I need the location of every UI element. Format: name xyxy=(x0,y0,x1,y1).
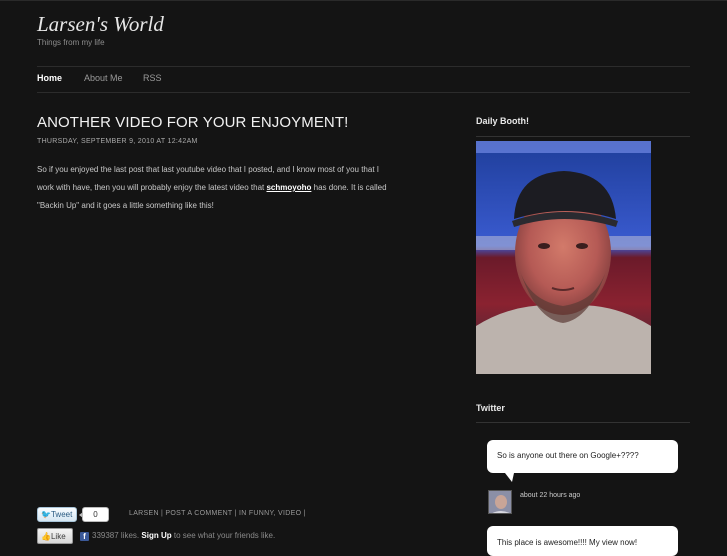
tweet-button[interactable]: 🐦Tweet xyxy=(37,507,77,522)
nav-divider xyxy=(37,92,690,93)
tweet-timestamp[interactable]: about 22 hours ago xyxy=(520,492,580,499)
daily-booth-title: Daily Booth! xyxy=(476,116,529,126)
facebook-like-button[interactable]: 👍Like xyxy=(37,528,73,544)
daily-booth-divider xyxy=(476,136,690,137)
twitter-title: Twitter xyxy=(476,403,505,413)
tweet-bubble[interactable]: This place is awesome!!!! My view now! xyxy=(487,526,678,556)
likes-count: 339387 likes. xyxy=(92,531,140,540)
tweet-button-label: Tweet xyxy=(50,510,73,519)
post-body-text: has done. It is called xyxy=(313,183,387,192)
header-divider xyxy=(37,66,690,67)
site-tagline: Things from my life xyxy=(37,38,105,47)
schmoyoho-link[interactable]: schmoyoho xyxy=(266,183,311,192)
thumbs-up-icon: 👍 xyxy=(41,532,51,541)
post-body-line: So if you enjoyed the last post that las… xyxy=(37,165,379,174)
twitter-divider xyxy=(476,422,690,423)
post-categories-link[interactable]: FUNNY, VIDEO xyxy=(249,510,301,517)
post-category-label: IN xyxy=(239,510,247,517)
nav-rss[interactable]: RSS xyxy=(143,73,162,83)
nav-about-me[interactable]: About Me xyxy=(84,73,123,83)
booth-photo-image xyxy=(476,141,651,374)
facebook-signup-link[interactable]: Sign Up xyxy=(141,531,171,540)
post-title[interactable]: ANOTHER VIDEO FOR YOUR ENJOYMENT! xyxy=(37,114,348,131)
post-body: So if you enjoyed the last post that las… xyxy=(37,161,447,215)
post-date: THURSDAY, SEPTEMBER 9, 2010 AT 12:42AM xyxy=(37,138,198,145)
post-author-link[interactable]: LARSEN xyxy=(129,510,159,517)
like-button-label: Like xyxy=(50,532,66,541)
avatar[interactable] xyxy=(488,490,512,514)
post-body-line: work with have, then you will probably e… xyxy=(37,179,447,197)
daily-booth-photo[interactable] xyxy=(476,141,651,374)
post-body-text: work with have, then you will probably e… xyxy=(37,183,265,192)
facebook-icon: f xyxy=(80,532,89,541)
nav-home[interactable]: Home xyxy=(37,73,62,83)
signup-suffix: to see what your friends like. xyxy=(173,531,276,540)
post-meta: LARSEN | POST A COMMENT | IN FUNNY, VIDE… xyxy=(129,510,306,517)
post-body-line: "Backin Up" and it goes a little somethi… xyxy=(37,201,214,210)
top-border xyxy=(0,0,727,1)
twitter-bird-icon: 🐦 xyxy=(41,510,51,519)
facebook-likes-line: f 339387 likes. Sign Up to see what your … xyxy=(80,531,275,541)
tweet-bubble[interactable]: So is anyone out there on Google+???? xyxy=(487,440,678,482)
tweet-count: 0 xyxy=(79,507,109,522)
post-comment-link[interactable]: POST A COMMENT xyxy=(165,510,232,517)
site-title[interactable]: Larsen's World xyxy=(37,12,164,37)
avatar-image xyxy=(489,491,511,513)
